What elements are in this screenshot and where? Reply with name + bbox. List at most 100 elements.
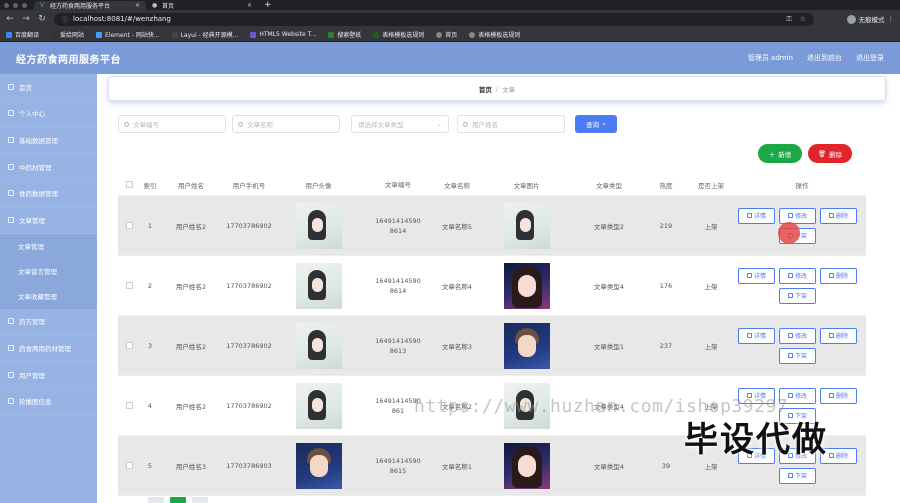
delete-button[interactable]: 删除: [820, 387, 857, 404]
article-image[interactable]: [503, 202, 550, 249]
user-avatar-image[interactable]: [295, 262, 342, 309]
article-image[interactable]: [503, 442, 550, 489]
edit-button[interactable]: 修改: [779, 327, 816, 344]
detail-button[interactable]: 详情: [738, 267, 775, 284]
forward-icon[interactable]: →: [22, 14, 30, 24]
cell-article-image: [479, 202, 574, 249]
trash-icon: [828, 453, 834, 458]
article-type-select[interactable]: 请选择文章类型 ⌄: [351, 115, 449, 133]
bookmark-item[interactable]: Layui - 经典开源模...: [171, 30, 238, 39]
edit-button[interactable]: 修改: [779, 267, 816, 284]
cell-heat: 237: [659, 341, 673, 350]
browser-tab-active[interactable]: V 经方药食两用服务平台 ✕: [34, 1, 146, 10]
sidebar-item-home[interactable]: 首页: [0, 74, 97, 101]
breadcrumb-current: 文章: [502, 85, 516, 94]
cell-phone: 17703786902: [226, 341, 272, 350]
submenu-articles[interactable]: 文章管理: [0, 233, 97, 259]
front-link[interactable]: 退出到前台: [807, 53, 842, 63]
select-all-checkbox[interactable]: [125, 181, 133, 188]
cell-article-name: 文章名称5: [441, 222, 473, 231]
bookmark-icon: [51, 31, 58, 38]
cell-index: 1: [147, 221, 153, 230]
bookmark-item[interactable]: 爱给网站: [51, 30, 84, 39]
reload-icon[interactable]: ↻: [38, 14, 46, 24]
delete-button[interactable]: 删除: [820, 267, 857, 284]
page-button-current[interactable]: [170, 497, 186, 503]
grid-icon: [8, 163, 14, 170]
close-icon[interactable]: ✕: [135, 2, 140, 9]
close-icon[interactable]: ✕: [247, 2, 252, 9]
pencil-icon: [787, 333, 793, 338]
detail-button[interactable]: 详情: [738, 327, 775, 344]
col-header: 索引: [143, 181, 157, 190]
key-icon[interactable]: ⚿: [786, 15, 791, 24]
sidebar-item-users[interactable]: 用户管理: [0, 362, 97, 389]
bookmark-item[interactable]: 百度翻译: [6, 30, 39, 39]
browser-tab[interactable]: ● 首页 ✕: [146, 1, 258, 10]
new-tab-icon[interactable]: +: [264, 1, 272, 10]
browser-tab-bar: V 经方药食两用服务平台 ✕ ● 首页 ✕ +: [0, 0, 900, 10]
bookmark-item[interactable]: 表格模板选规则: [373, 30, 424, 39]
bookmark-item[interactable]: Element - 网站快...: [96, 30, 160, 39]
detail-button[interactable]: 详情: [738, 207, 775, 224]
submenu-article-favorites[interactable]: 文章收藏管理: [0, 283, 97, 309]
logout-link[interactable]: 退出登录: [856, 53, 884, 63]
batch-delete-button[interactable]: 🗑 删除: [808, 144, 852, 163]
offshelf-button[interactable]: 下架: [779, 287, 816, 304]
search-icon: [124, 121, 129, 127]
url-field[interactable]: ⓘ localhost:8081/#/wenzhang ⚿ ☆: [54, 12, 814, 26]
row-checkbox[interactable]: [125, 402, 133, 409]
sidebar-item-carousel[interactable]: 轮播图信息: [0, 388, 97, 415]
cell-shelf-status: 上架: [704, 222, 718, 231]
cell-article-type: 文章类型2: [593, 222, 625, 231]
menu-icon[interactable]: ⋮: [888, 15, 895, 23]
bookmark-item[interactable]: 首页: [436, 30, 457, 39]
star-icon[interactable]: ☆: [800, 15, 806, 24]
edit-button[interactable]: 修改: [779, 207, 816, 224]
back-icon[interactable]: ←: [6, 14, 14, 24]
bookmark-item[interactable]: 表格模板选规则: [469, 30, 520, 39]
sidebar-item-herbs[interactable]: 中药材管理: [0, 154, 97, 181]
sidebar-item-food-medicine[interactable]: 食药数据管理: [0, 180, 97, 207]
article-name-input[interactable]: 文章名称: [232, 115, 340, 133]
offshelf-button[interactable]: 下架: [779, 467, 816, 484]
article-no-line: 8614: [389, 226, 407, 235]
user-avatar-image[interactable]: [295, 322, 342, 369]
cell-article-type: 文章类型4: [593, 462, 625, 471]
cell-article-no: 16491414590 8613: [361, 336, 435, 356]
trash-icon: 🗑: [817, 149, 827, 158]
grid-icon: [8, 190, 14, 197]
sidebar-item-dual-herbs[interactable]: 药食两用药材管理: [0, 335, 97, 362]
sidebar-item-base-data[interactable]: 基础数据管理: [0, 127, 97, 154]
user-avatar-image[interactable]: [295, 202, 342, 249]
add-button[interactable]: ＋新增: [758, 144, 802, 163]
delete-button[interactable]: 删除: [820, 327, 857, 344]
query-button[interactable]: 查询 ⌕: [575, 115, 617, 133]
article-no-input[interactable]: 文章编号: [118, 115, 226, 133]
cell-user-name: 用户姓名3: [175, 462, 207, 471]
sidebar-item-profile[interactable]: 个人中心: [0, 101, 97, 128]
article-image[interactable]: [503, 262, 550, 309]
breadcrumb-home[interactable]: 首页: [479, 84, 492, 94]
submenu-article-comments[interactable]: 文章留言管理: [0, 258, 97, 284]
col-header: 用户头像: [305, 181, 332, 190]
user-name-input[interactable]: 用户姓名: [457, 115, 565, 133]
page-button[interactable]: [192, 497, 208, 503]
incognito-profile[interactable]: 无痕模式 ⋮: [846, 14, 895, 24]
row-checkbox[interactable]: [125, 282, 133, 289]
sidebar-item-articles[interactable]: 文章管理: [0, 207, 97, 234]
row-checkbox[interactable]: [125, 342, 133, 349]
user-avatar-image[interactable]: [295, 382, 342, 429]
offshelf-button[interactable]: 下架: [779, 347, 816, 364]
bookmarks-bar: 百度翻译 爱给网站 Element - 网站快... Layui - 经典开源模…: [0, 28, 900, 42]
page-button[interactable]: [148, 497, 164, 503]
delete-button[interactable]: 删除: [820, 207, 857, 224]
col-header: 文章类型: [596, 181, 622, 190]
sidebar-item-prescriptions[interactable]: 药方管理: [0, 309, 97, 336]
bookmark-item[interactable]: 搜索壁纸: [328, 30, 361, 39]
bookmark-item[interactable]: HTML5 Website T...: [250, 31, 316, 38]
row-checkbox[interactable]: [125, 462, 133, 469]
user-avatar-image[interactable]: [295, 442, 342, 489]
row-checkbox[interactable]: [125, 222, 133, 229]
article-image[interactable]: [503, 322, 550, 369]
